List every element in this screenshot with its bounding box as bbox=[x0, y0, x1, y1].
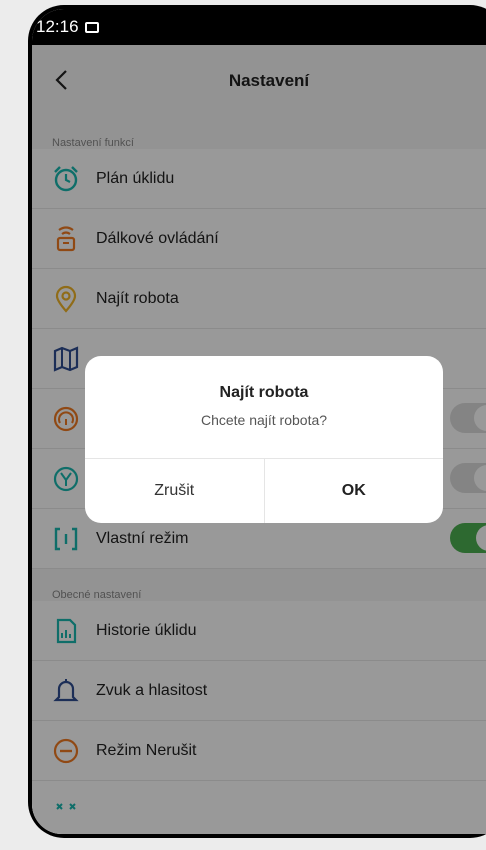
gallery-icon bbox=[84, 21, 99, 33]
dialog-buttons: Zrušit OK bbox=[85, 458, 443, 523]
cancel-button[interactable]: Zrušit bbox=[85, 459, 264, 523]
screen: 12:16 Nastavení Nastavení funkcí Plán úk… bbox=[32, 9, 486, 834]
status-bar: 12:16 bbox=[32, 9, 486, 45]
ok-button[interactable]: OK bbox=[263, 459, 444, 523]
find-robot-dialog: Najít robota Chcete najít robota? Zrušit… bbox=[85, 356, 443, 523]
status-time: 12:16 bbox=[36, 17, 79, 36]
dialog-message: Chcete najít robota? bbox=[200, 412, 328, 428]
phone-frame: 12:16 Nastavení Nastavení funkcí Plán úk… bbox=[28, 5, 486, 838]
dialog-title: Najít robota bbox=[219, 384, 309, 401]
